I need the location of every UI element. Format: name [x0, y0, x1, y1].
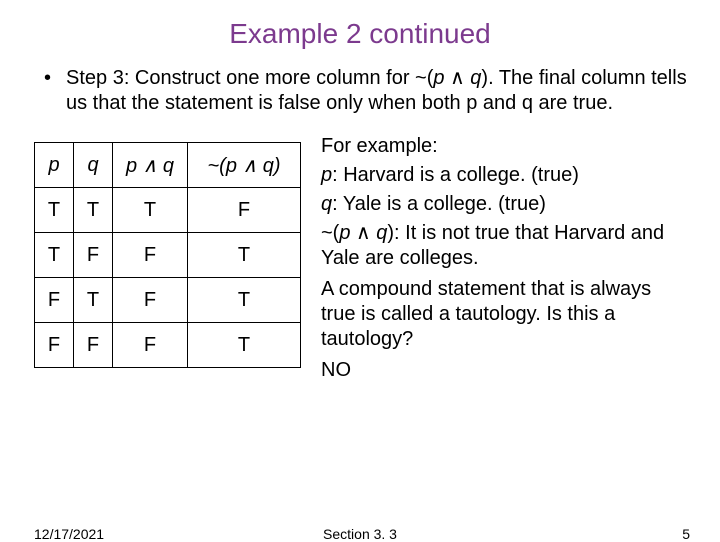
tautology-answer: NO [321, 358, 690, 383]
table-row: F F F T [35, 323, 301, 368]
table-header-row: p q p ∧ q ~(p ∧ q) [35, 143, 301, 188]
example-neg-line: ~(p ∧ q): It is not true that Harvard an… [321, 221, 690, 271]
header-p-and-q: p ∧ q [113, 143, 188, 188]
slide-title: Example 2 continued [30, 18, 690, 50]
table-row: F T F T [35, 278, 301, 323]
example-intro: For example: [321, 134, 690, 159]
header-p: p [35, 143, 74, 188]
table-row: T F F T [35, 233, 301, 278]
header-q: q [74, 143, 113, 188]
header-not-p-and-q: ~(p ∧ q) [188, 143, 301, 188]
bullet-icon: • [44, 66, 66, 91]
table-row: T T T F [35, 188, 301, 233]
step-text: •Step 3: Construct one more column for ~… [44, 66, 690, 116]
truth-table: p q p ∧ q ~(p ∧ q) T T T F T F F T [34, 142, 301, 368]
example-q-line: q: Yale is a college. (true) [321, 192, 690, 217]
example-text: For example: p: Harvard is a college. (t… [301, 134, 690, 387]
tautology-text: A compound statement that is always true… [321, 277, 690, 352]
example-p-line: p: Harvard is a college. (true) [321, 163, 690, 188]
